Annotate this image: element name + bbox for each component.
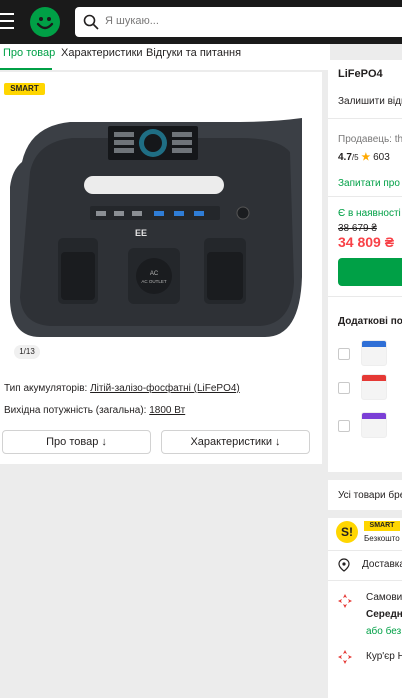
leave-review-link[interactable]: Залишити відг — [338, 96, 402, 107]
spec-battery-type: Тип акумуляторів: Літій-залізо-фосфатні … — [4, 383, 240, 394]
spec-value-link[interactable]: Літій-залізо-фосфатні (LiFePO4) — [90, 383, 240, 394]
tab-about[interactable]: Про товар — [3, 47, 55, 59]
current-price: 34 809 ₴ — [338, 234, 395, 250]
product-title: LiFePO4 — [338, 68, 383, 80]
divider — [328, 550, 402, 551]
pickup-free: або без — [366, 626, 402, 637]
spec-label: Тип акумуляторів: — [4, 383, 91, 394]
service-checkbox[interactable] — [338, 420, 350, 432]
spec-output-power: Вихідна потужність (загальна): 1800 Вт — [4, 405, 185, 416]
smart-free-delivery: Безкошто — [364, 534, 400, 543]
service-thumbnail — [361, 340, 387, 366]
service-thumbnail — [361, 374, 387, 400]
courier-option[interactable]: Кур'єр Н — [366, 651, 402, 662]
additional-services-title: Додаткові по — [338, 316, 402, 327]
tab-reviews[interactable]: Відгуки та питання — [146, 47, 241, 59]
smart-label: SMART — [364, 521, 400, 531]
section-gap — [328, 510, 402, 518]
service-checkbox[interactable] — [338, 382, 350, 394]
service-thumbnail — [361, 412, 387, 438]
ac-outlet-label: AC OUTLET — [141, 279, 167, 284]
about-product-button[interactable]: Про товар ↓ — [2, 430, 151, 454]
section-gap — [328, 472, 402, 480]
spec-label: Вихідна потужність (загальна): — [4, 405, 150, 416]
pickup-option[interactable]: Самовив — [366, 592, 402, 603]
image-counter: 1/13 — [14, 345, 40, 359]
svg-text:EE: EE — [135, 228, 147, 238]
divider — [328, 296, 402, 297]
pickup-time: Середн — [366, 609, 402, 620]
product-tabs: Про товар Характеристики Відгуки та пита… — [0, 44, 330, 70]
menu-icon[interactable] — [0, 13, 14, 29]
rating-scale: /5 — [351, 153, 359, 162]
pickup-icon — [338, 594, 352, 608]
delivery-location[interactable]: Доставка — [362, 559, 402, 570]
active-tab-indicator — [0, 68, 52, 70]
availability-status: Є в наявності — [338, 208, 401, 219]
old-price: 38 679 ₴ — [338, 223, 377, 234]
top-header: Я шукаю... — [0, 0, 402, 44]
smart-logo-icon: S! — [336, 521, 358, 543]
rating-value: 4.7 — [338, 152, 352, 163]
divider — [328, 580, 402, 581]
seller[interactable]: Продавець: th — [338, 134, 402, 145]
characteristics-button[interactable]: Характеристики ↓ — [161, 430, 310, 454]
rozetka-logo[interactable] — [30, 7, 60, 37]
star-icon: ★ — [361, 152, 371, 163]
product-card: SMART EE AC AC OUTLET 1/13 Тип акумулято — [0, 72, 322, 464]
divider — [328, 196, 402, 197]
seller-rating: 4.7/5 ★ 603 — [338, 152, 390, 163]
search-input[interactable]: Я шукаю... — [75, 7, 402, 37]
search-icon — [83, 14, 99, 30]
courier-icon — [338, 650, 352, 664]
tab-characteristics[interactable]: Характеристики — [61, 47, 143, 59]
smart-badge: SMART — [4, 83, 45, 95]
divider — [328, 118, 402, 119]
spec-value-link[interactable]: 1800 Вт — [149, 405, 185, 416]
ask-seller-link[interactable]: Запитати про — [338, 178, 400, 189]
search-placeholder: Я шукаю... — [105, 15, 159, 27]
reviews-count[interactable]: 603 — [373, 152, 390, 163]
location-pin-icon — [338, 558, 350, 572]
service-checkbox[interactable] — [338, 348, 350, 360]
product-image[interactable]: EE AC AC OUTLET — [10, 112, 302, 342]
buy-button[interactable] — [338, 258, 402, 286]
all-brand-goods-link[interactable]: Усі товари бре — [338, 490, 402, 501]
svg-text:AC: AC — [150, 271, 159, 277]
purchase-panel: LiFePO4 Залишити відг Продавець: th 4.7/… — [328, 60, 402, 698]
